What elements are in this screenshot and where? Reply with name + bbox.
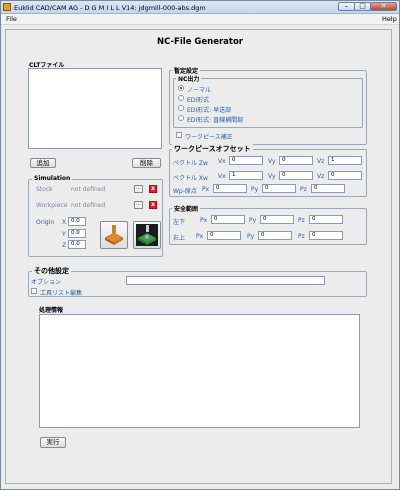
origin-y-field[interactable]: 0.0 (68, 229, 86, 238)
stock-label: Stock (36, 186, 53, 193)
vec-zw-vy-field[interactable]: 0 (279, 156, 313, 165)
wp-origin-px-label: Px (202, 186, 210, 193)
workpiece-correction-label: ワークピース補正 (185, 134, 233, 141)
other-settings-title: その他設定 (32, 266, 71, 276)
wp-origin-px-field[interactable]: 0 (213, 184, 247, 193)
safety-upper-py-label: Py (247, 233, 255, 240)
workpiece-browse-button[interactable]: ... (134, 201, 143, 209)
safety-lower-px-label: Px (200, 217, 208, 224)
safety-upper-px-label: Px (196, 233, 204, 240)
vec-zw-label: ベクトル Zw (173, 160, 208, 167)
menu-file[interactable]: File (6, 15, 17, 23)
maximize-button[interactable]: □ (354, 2, 371, 11)
menu-bar: File Help (1, 14, 399, 25)
simulate-stock-button[interactable] (100, 221, 128, 249)
safety-upper-py-field[interactable]: 0 (258, 231, 292, 240)
page-title: NC-File Generator (156, 37, 243, 47)
vec-xw-label: ベクトル Xw (173, 175, 208, 182)
simulate-workpiece-button[interactable] (133, 221, 161, 249)
stock-browse-button[interactable]: ... (134, 185, 143, 193)
vec-zw-vy-label: Vy (268, 158, 276, 165)
safety-lower-px-field[interactable]: 0 (211, 215, 245, 224)
wp-origin-label: Wp-原点 (173, 188, 197, 195)
workpiece-offset-title: ワークピースオフセット (172, 144, 253, 154)
nc-output-option-edi: EDI形式 (187, 97, 210, 104)
workpiece-label: Workpiece (36, 202, 68, 209)
app-icon (3, 3, 11, 11)
nc-output-option-normal: ノーマル (187, 87, 212, 94)
vec-zw-vx-label: Vx (218, 158, 226, 165)
origin-z-label: Z (62, 242, 67, 249)
option-label: オプション (31, 279, 62, 286)
origin-x-label: X (62, 219, 67, 226)
option-input[interactable] (126, 276, 325, 285)
safety-lower-pz-field[interactable]: 0 (309, 215, 343, 224)
nc-output-radio-edi-rapid[interactable] (178, 105, 184, 111)
stock-machine-icon (104, 225, 124, 245)
vec-zw-vz-field[interactable]: 1 (328, 156, 362, 165)
nc-output-option-edi-rapid: EDI形式: 早送部 (187, 107, 232, 114)
window-title: Euklid CAD/CAM AG - D G M I L L V14: jdg… (14, 4, 206, 12)
workpiece-remove-icon[interactable]: x (149, 201, 157, 209)
tool-list-edit-checkbox[interactable] (31, 288, 37, 294)
safety-upper-pz-field[interactable]: 0 (309, 231, 343, 240)
safety-lower-py-field[interactable]: 0 (260, 215, 294, 224)
tool-list-edit-label: 工具リスト編集 (40, 290, 83, 297)
clt-file-list[interactable] (28, 68, 162, 149)
origin-y-label: Y (62, 231, 66, 238)
vec-zw-vz-label: Vz (317, 158, 325, 165)
vec-xw-vx-field[interactable]: 1 (229, 171, 263, 180)
vec-zw-vx-field[interactable]: 0 (229, 156, 263, 165)
origin-z-field[interactable]: 0.0 (68, 240, 86, 249)
simulation-title: Simulation (32, 175, 73, 182)
process-info-title: 処理情報 (39, 307, 64, 314)
title-bar[interactable]: Euklid CAD/CAM AG - D G M I L L V14: jdg… (1, 1, 399, 14)
close-button[interactable]: ✕ (370, 2, 397, 11)
safety-upper-px-field[interactable]: 0 (207, 231, 241, 240)
vec-xw-vz-field[interactable]: 0 (328, 171, 362, 180)
execute-button[interactable]: 実行 (40, 437, 66, 448)
nc-output-title: NC出力 (176, 74, 202, 83)
workpiece-machine-icon (136, 224, 158, 246)
vec-xw-vy-field[interactable]: 0 (279, 171, 313, 180)
origin-x-field[interactable]: 0.0 (68, 217, 86, 226)
minimize-button[interactable]: – (338, 2, 355, 11)
menu-help[interactable]: Help (382, 15, 397, 23)
safety-lower-label: 左下 (173, 219, 186, 226)
workpiece-value: not defined (71, 202, 106, 209)
vec-xw-vx-label: Vx (218, 173, 226, 180)
nc-output-option-edi-linear: EDI形式: 直線補間部 (187, 117, 244, 124)
safety-range-title: 安全範囲 (172, 204, 201, 213)
wp-origin-py-label: Py (251, 186, 259, 193)
workpiece-correction-checkbox[interactable] (176, 132, 182, 138)
process-info-log[interactable] (39, 314, 360, 428)
stock-value: not defined (71, 186, 106, 193)
safety-lower-py-label: Py (249, 217, 257, 224)
add-button[interactable]: 追加 (30, 158, 56, 168)
nc-output-radio-normal[interactable] (178, 85, 184, 91)
wp-origin-pz-label: Pz (300, 186, 307, 193)
wp-origin-py-field[interactable]: 0 (262, 184, 296, 193)
safety-upper-pz-label: Pz (298, 233, 305, 240)
nc-output-radio-edi-linear[interactable] (178, 115, 184, 121)
safety-lower-pz-label: Pz (298, 217, 305, 224)
stock-remove-icon[interactable]: x (149, 185, 157, 193)
origin-label: Origin (36, 219, 55, 226)
nc-output-radio-edi[interactable] (178, 95, 184, 101)
delete-button[interactable]: 削除 (132, 158, 161, 168)
safety-upper-label: 右上 (173, 235, 186, 242)
wp-origin-pz-field[interactable]: 0 (311, 184, 345, 193)
vec-xw-vy-label: Vy (268, 173, 276, 180)
vec-xw-vz-label: Vz (317, 173, 325, 180)
